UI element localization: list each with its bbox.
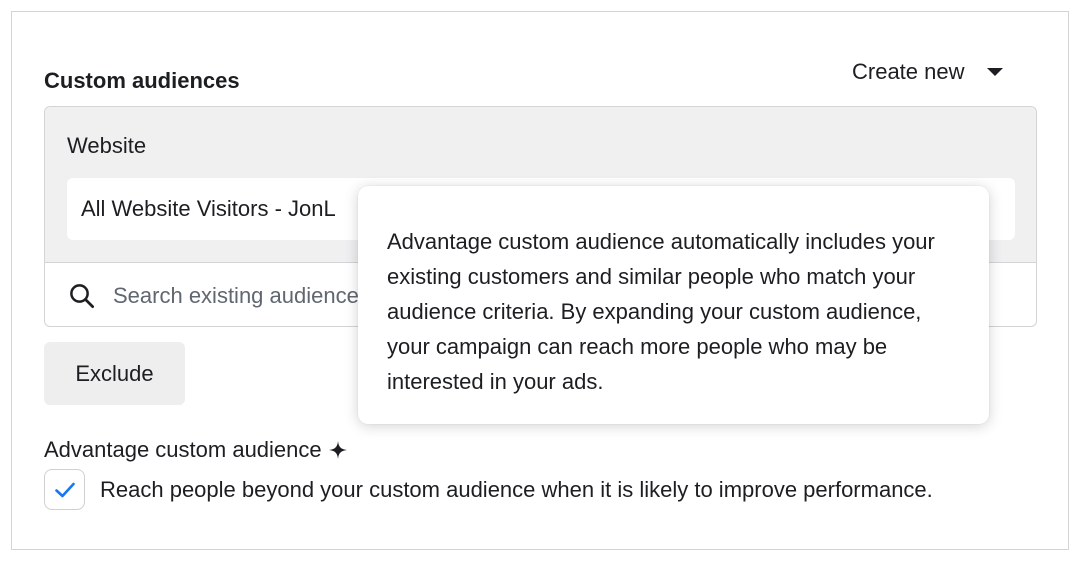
selected-audience-name: All Website Visitors - JonL — [81, 196, 336, 221]
create-new-label: Create new — [852, 59, 965, 84]
advantage-checkbox[interactable] — [44, 469, 85, 510]
advantage-checkbox-label: Reach people beyond your custom audience… — [100, 477, 933, 502]
section-title: Custom audiences — [44, 68, 240, 93]
checkmark-icon — [54, 482, 75, 497]
caret-down-icon — [986, 68, 1003, 76]
sparkle-icon — [328, 441, 347, 459]
create-new-dropdown[interactable]: Create new — [852, 57, 1003, 87]
advantage-tooltip: Advantage custom audience automatically … — [358, 186, 989, 424]
tooltip-text: Advantage custom audience automatically … — [387, 229, 935, 394]
search-icon — [70, 283, 94, 308]
advantage-label: Advantage custom audience — [44, 437, 348, 463]
audience-group-label: Website — [67, 133, 147, 158]
advantage-label-text: Advantage custom audience — [44, 437, 322, 462]
exclude-button[interactable]: Exclude — [44, 342, 185, 405]
